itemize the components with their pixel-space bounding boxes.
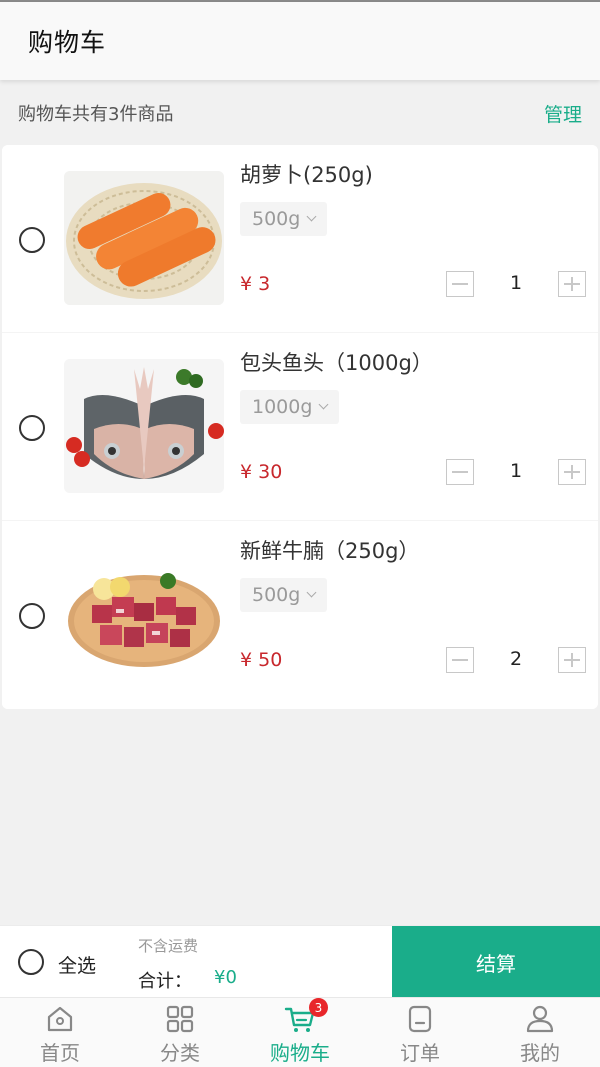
spec-selector[interactable]: 500g <box>240 202 328 236</box>
chevron-down-icon <box>306 211 317 222</box>
item-name: 胡萝卜(250g) <box>240 163 373 187</box>
manage-button[interactable]: 管理 <box>544 100 582 127</box>
item-price: ¥ 3 <box>240 273 271 295</box>
fish-head-illustration <box>64 359 224 493</box>
tab-label: 购物车 <box>270 1041 330 1065</box>
tab-home[interactable]: 首页 <box>0 998 120 1067</box>
beef-illustration <box>64 547 224 681</box>
tab-label: 订单 <box>400 1041 440 1065</box>
cart-page: 购物车 购物车共有3件商品 管理 胡萝卜(250g) 500g ¥ 3 1 包头… <box>0 0 600 1067</box>
cart-summary-bar: 购物车共有3件商品 管理 <box>0 84 600 142</box>
item-price: ¥ 50 <box>240 649 283 671</box>
tab-label: 首页 <box>40 1041 80 1065</box>
shipping-note: 不含运费 <box>138 937 199 955</box>
cart-item: 包头鱼头（1000g） 1000g ¥ 30 1 <box>2 333 598 521</box>
carrot-image[interactable] <box>64 171 224 305</box>
decrease-quantity-button[interactable] <box>446 459 474 485</box>
increase-quantity-button[interactable] <box>558 647 586 673</box>
grid-icon <box>166 1005 194 1033</box>
carrot-illustration <box>64 171 224 305</box>
order-icon <box>408 1005 432 1033</box>
decrease-quantity-button[interactable] <box>446 271 474 297</box>
tab-orders[interactable]: 订单 <box>360 998 480 1067</box>
quantity-value: 2 <box>509 648 523 670</box>
cart-item: 胡萝卜(250g) 500g ¥ 3 1 <box>2 145 598 333</box>
bottom-tab-bar: 首页 分类 3 购物车 订单 我的 <box>0 997 600 1067</box>
chevron-down-icon <box>306 587 317 598</box>
quantity-value: 1 <box>509 460 523 482</box>
item-select-radio[interactable] <box>19 603 45 629</box>
cart-item: 新鲜牛腩（250g） 500g ¥ 50 2 <box>2 521 598 709</box>
item-name: 新鲜牛腩（250g） <box>240 539 420 563</box>
tab-label: 我的 <box>520 1041 560 1065</box>
tab-label: 分类 <box>160 1041 200 1065</box>
quantity-value: 1 <box>509 272 523 294</box>
header: 购物车 <box>0 2 600 80</box>
select-all-radio[interactable] <box>18 949 44 975</box>
fish-head-image[interactable] <box>64 359 224 493</box>
tab-cart[interactable]: 3 购物车 <box>240 998 360 1067</box>
spec-selector[interactable]: 1000g <box>240 390 340 424</box>
spec-value: 1000g <box>252 396 313 418</box>
home-icon <box>47 1006 73 1032</box>
tab-category[interactable]: 分类 <box>120 998 240 1067</box>
increase-quantity-button[interactable] <box>558 459 586 485</box>
beef-brisket-image[interactable] <box>64 547 224 681</box>
select-all-label[interactable]: 全选 <box>58 951 96 978</box>
checkout-button[interactable]: 结算 <box>392 926 600 998</box>
total-value: ¥0 <box>214 967 237 988</box>
cart-item-list: 胡萝卜(250g) 500g ¥ 3 1 包头鱼头（1000g） 1000g ¥… <box>2 145 598 709</box>
item-select-radio[interactable] <box>19 415 45 441</box>
increase-quantity-button[interactable] <box>558 271 586 297</box>
spec-value: 500g <box>252 208 301 230</box>
spec-value: 500g <box>252 584 301 606</box>
chevron-down-icon <box>318 399 329 410</box>
decrease-quantity-button[interactable] <box>446 647 474 673</box>
item-name: 包头鱼头（1000g） <box>240 351 433 375</box>
item-price: ¥ 30 <box>240 461 283 483</box>
item-select-radio[interactable] <box>19 227 45 253</box>
spec-selector[interactable]: 500g <box>240 578 328 612</box>
tab-profile[interactable]: 我的 <box>480 998 600 1067</box>
page-title: 购物车 <box>28 28 107 57</box>
checkout-bar: 全选 不含运费 合计： ¥0 结算 <box>0 925 600 998</box>
user-icon <box>526 1005 554 1033</box>
total-label: 合计： <box>138 971 192 992</box>
cart-count-text: 购物车共有3件商品 <box>18 104 174 125</box>
cart-count-badge: 3 <box>309 998 328 1017</box>
